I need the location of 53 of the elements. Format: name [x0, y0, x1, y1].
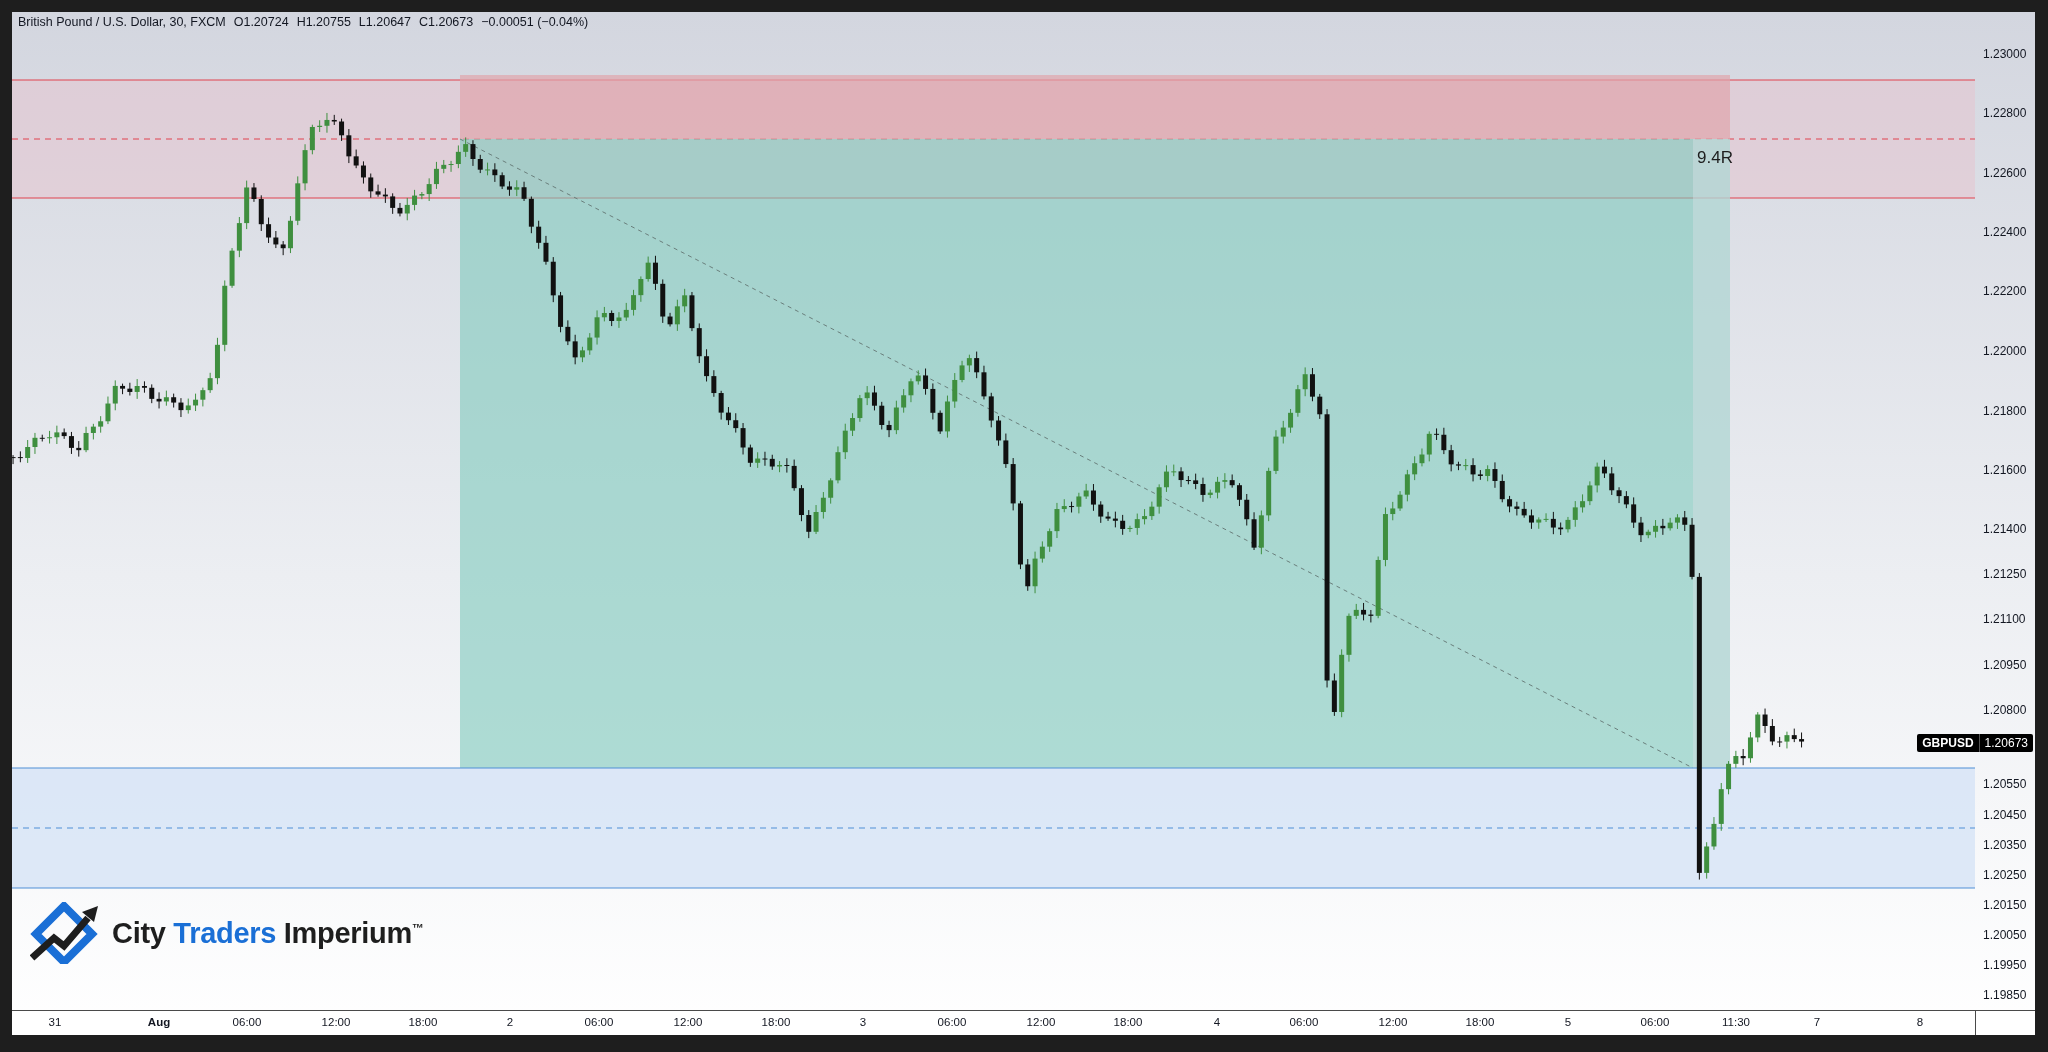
price-tick: 1.22400: [1983, 225, 2027, 239]
time-tick: 4: [1213, 1016, 1221, 1028]
time-tick: 18:00: [1113, 1016, 1143, 1028]
price-tick: 1.23000: [1983, 47, 2027, 61]
time-tick: 5: [1564, 1016, 1572, 1028]
r-multiple-label: 9.4R: [1697, 148, 1733, 167]
time-tick: 11:30: [1722, 1016, 1750, 1028]
close-value: C1.20673: [419, 15, 474, 29]
price-tick: 1.21800: [1983, 404, 2027, 418]
price-tick: 1.20800: [1983, 703, 2027, 717]
time-tick: 06:00: [584, 1016, 614, 1028]
open-value: O1.20724: [233, 15, 289, 29]
price-tick: 1.21600: [1983, 463, 2027, 477]
time-tick: 06:00: [1289, 1016, 1319, 1028]
price-tick: 1.19850: [1983, 988, 2027, 1002]
time-tick: 2: [506, 1016, 514, 1028]
badge-symbol: GBPUSD: [1921, 735, 1975, 752]
change-value: −0.00051 (−0.04%): [481, 15, 589, 29]
high-value: H1.20755: [296, 15, 351, 29]
time-tick: 12:00: [1026, 1016, 1056, 1028]
price-tick: 1.20950: [1983, 658, 2027, 672]
price-tick: 1.20250: [1983, 868, 2027, 882]
price-tick: 1.22800: [1983, 106, 2027, 120]
price-tick: 1.20150: [1983, 898, 2027, 912]
time-tick: 06:00: [232, 1016, 262, 1028]
time-tick: 12:00: [673, 1016, 703, 1028]
brand-name: City Traders Imperium$^{™}$: [112, 916, 424, 950]
time-tick: 7: [1813, 1016, 1821, 1028]
time-tick: 06:00: [1640, 1016, 1670, 1028]
price-tick: 1.22200: [1983, 284, 2027, 298]
time-tick: 18:00: [761, 1016, 791, 1028]
time-tick: 18:00: [1465, 1016, 1495, 1028]
instrument-name: British Pound / U.S. Dollar, 30, FXCM: [18, 15, 226, 29]
price-tick: 1.20450: [1983, 808, 2027, 822]
time-tick: 18:00: [408, 1016, 438, 1028]
price-tick: 1.21250: [1983, 567, 2027, 581]
price-tick: 1.22600: [1983, 166, 2027, 180]
price-tick: 1.21100: [1983, 612, 2026, 626]
price-tick: 1.20050: [1983, 928, 2027, 942]
price-tick: 1.21400: [1983, 522, 2027, 536]
time-tick: 06:00: [937, 1016, 967, 1028]
time-tick: 12:00: [321, 1016, 351, 1028]
time-tick: Aug: [147, 1016, 171, 1028]
price-tick: 1.20350: [1983, 838, 2027, 852]
time-tick: 3: [859, 1016, 867, 1028]
time-tick: 8: [1916, 1016, 1924, 1028]
low-value: L1.20647: [358, 15, 411, 29]
badge-price: 1.20673: [1978, 734, 2033, 752]
price-tick: 1.22000: [1983, 344, 2027, 358]
time-tick: 12:00: [1378, 1016, 1408, 1028]
time-tick: 31: [48, 1016, 62, 1028]
price-tick: 1.20550: [1983, 777, 2027, 791]
price-tick: 1.19950: [1983, 958, 2027, 972]
